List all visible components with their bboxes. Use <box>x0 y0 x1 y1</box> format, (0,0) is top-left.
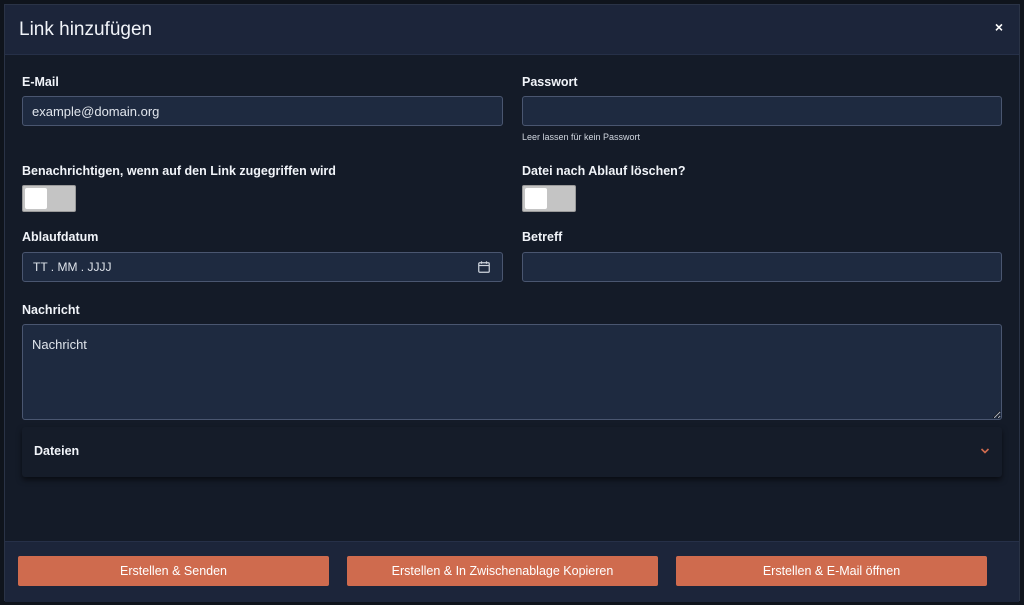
email-label: E-Mail <box>22 75 59 89</box>
subject-label: Betreff <box>522 230 563 244</box>
dialog-header: Link hinzufügen × <box>5 5 1019 55</box>
password-label: Passwort <box>522 75 578 89</box>
password-input[interactable] <box>522 96 1002 126</box>
close-icon[interactable]: × <box>995 19 1003 35</box>
message-label: Nachricht <box>22 303 80 317</box>
create-and-open-email-button[interactable]: Erstellen & E-Mail öffnen <box>676 556 987 586</box>
notify-label: Benachrichtigen, wenn auf den Link zugeg… <box>22 164 336 178</box>
notify-toggle[interactable] <box>22 185 76 212</box>
dialog-footer: Erstellen & Senden Erstellen & In Zwisch… <box>5 541 1019 602</box>
delete-after-expiry-label: Datei nach Ablauf löschen? <box>522 164 686 178</box>
date-placeholder: TT . MM . JJJJ <box>33 260 112 274</box>
expiry-date-input[interactable]: TT . MM . JJJJ <box>22 252 503 282</box>
subject-input[interactable] <box>522 252 1002 282</box>
expiry-date-label: Ablaufdatum <box>22 230 99 244</box>
delete-after-expiry-toggle[interactable] <box>522 185 576 212</box>
email-input[interactable] <box>22 96 503 126</box>
files-accordion-title: Dateien <box>34 444 80 458</box>
password-hint: Leer lassen für kein Passwort <box>522 132 641 142</box>
files-accordion[interactable]: Dateien <box>22 427 1002 477</box>
add-link-dialog: Link hinzufügen × E-Mail Passwort Leer l… <box>4 4 1020 602</box>
dialog-title: Link hinzufügen <box>19 19 153 40</box>
toggle-knob <box>25 188 47 209</box>
calendar-icon[interactable] <box>478 261 490 273</box>
message-textarea[interactable] <box>22 324 1002 420</box>
create-and-copy-button[interactable]: Erstellen & In Zwischenablage Kopieren <box>347 556 658 586</box>
toggle-knob <box>525 188 547 209</box>
create-and-send-button[interactable]: Erstellen & Senden <box>18 556 329 586</box>
chevron-down-icon[interactable] <box>980 447 990 455</box>
